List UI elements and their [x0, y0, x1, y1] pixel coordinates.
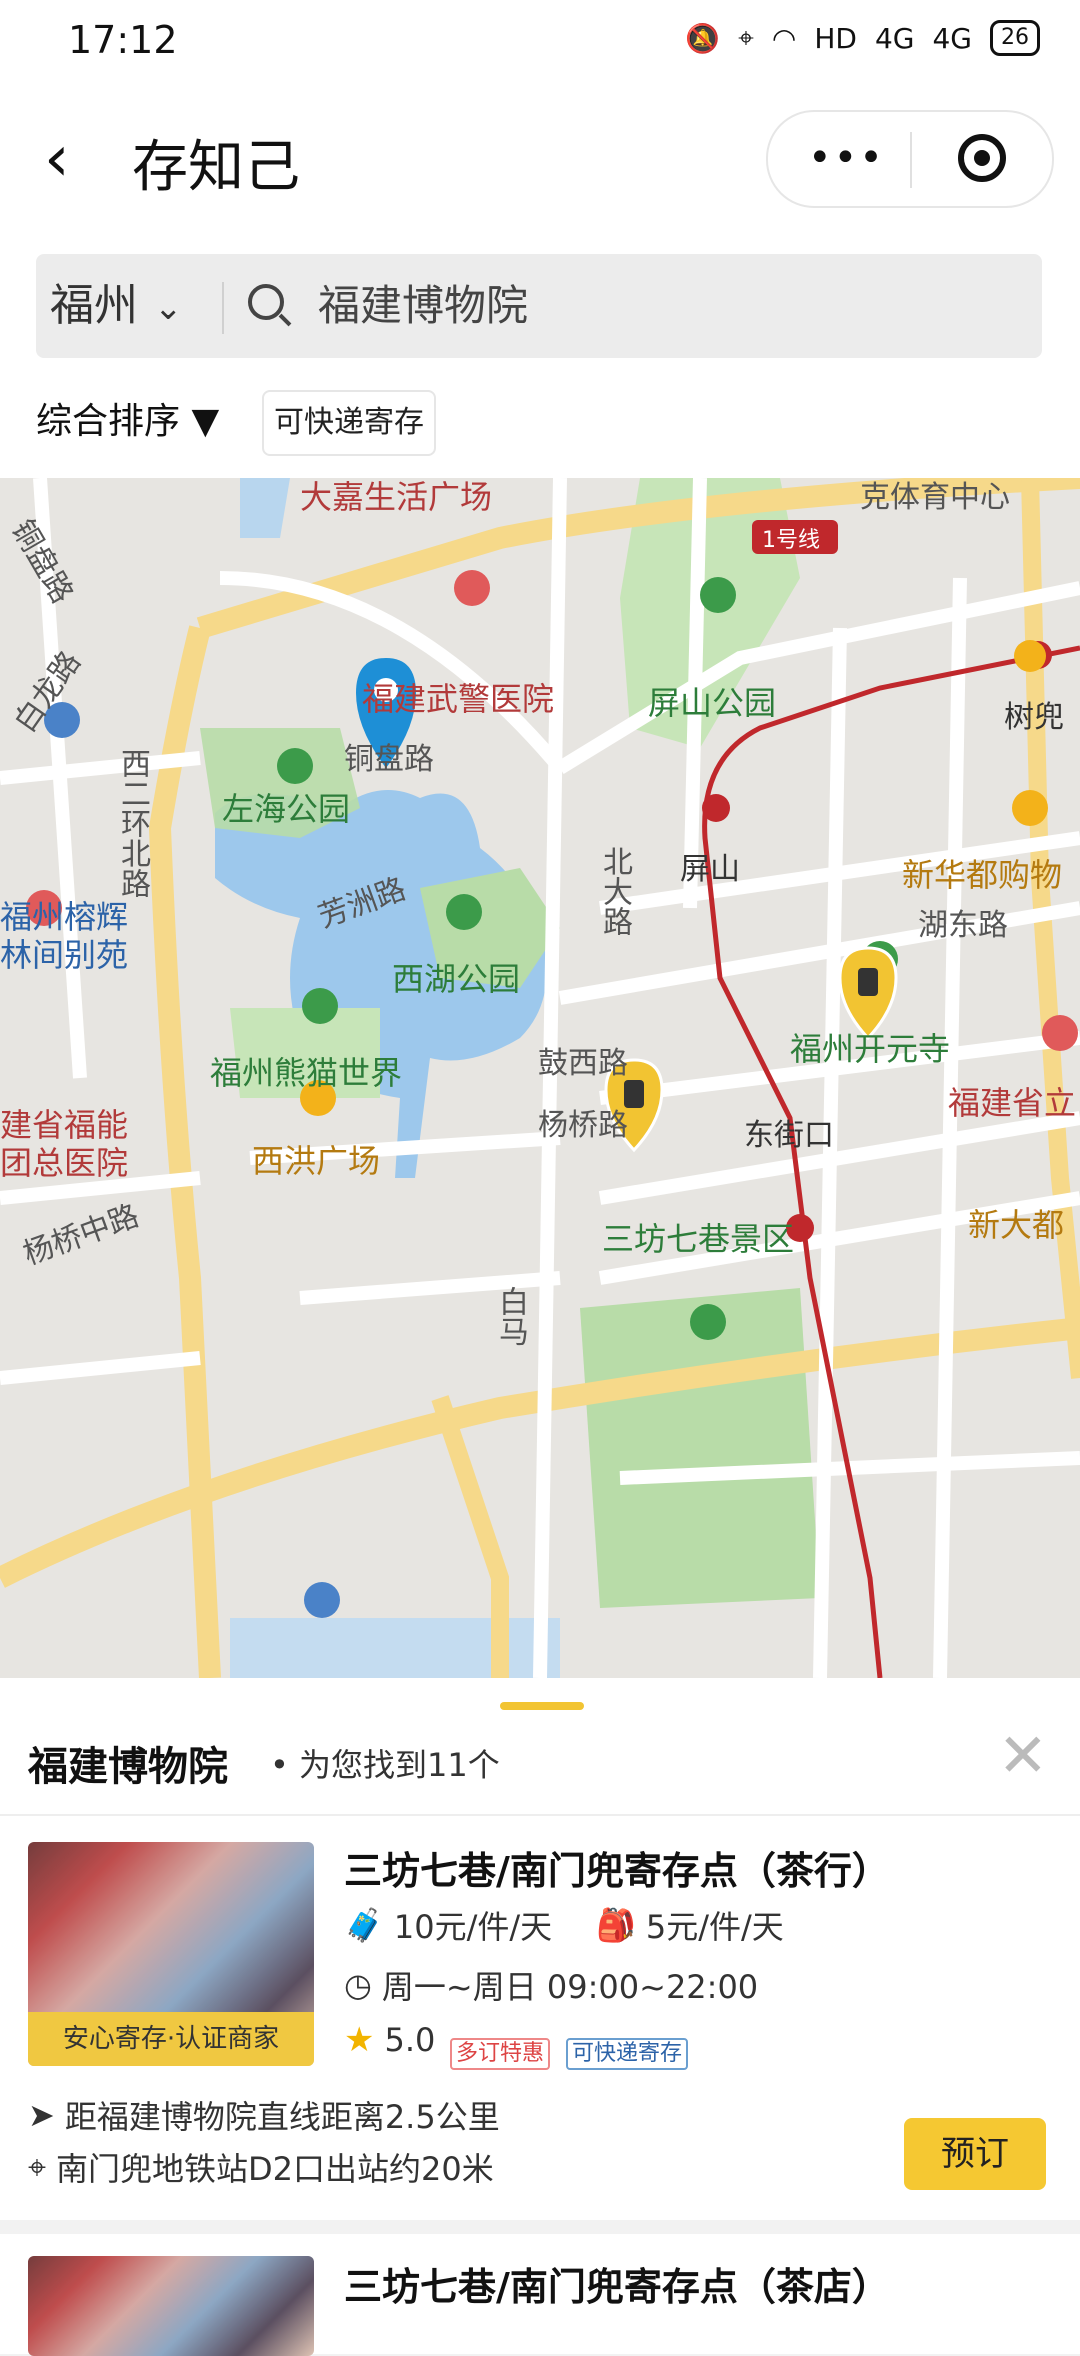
map-label-scenic: 三坊七巷景区 [602, 1220, 795, 1258]
express-filter-button[interactable]: 可快递寄存 [262, 390, 436, 456]
price-small-row: 🎒 5元/件/天 [596, 1902, 784, 1948]
price-large-row: 🧳 10元/件/天 [344, 1902, 552, 1948]
store-name[interactable]: 三坊七巷/南门兜寄存点（茶店） [344, 2256, 890, 2311]
map-label-station: 树兜 [1004, 700, 1064, 735]
rating-row: ★ 5.0 [344, 2020, 435, 2060]
promo-badge: 多订特惠 [450, 2038, 551, 2070]
search-divider [222, 282, 224, 334]
subway-text: 南门兜地铁站D2口出站约20米 [56, 2150, 494, 2188]
pin-icon: ⌖ [28, 2147, 47, 2186]
storage-marker[interactable] [606, 1060, 662, 1150]
status-time: 17:12 [68, 18, 178, 62]
hd-icon: HD [814, 21, 857, 55]
chevron-down-icon[interactable]: ⌄ [154, 288, 183, 328]
map[interactable]: 大嘉生活广场 克体育中心 福建武警医院 屏山公园 铜盘路 白龙路 铜盘路 西二环… [0, 478, 1080, 1678]
map-label-road: 北大路 [597, 846, 632, 936]
distance-text: 距福建博物院直线距离2.5公里 [64, 2098, 500, 2136]
map-label-station: 屏山 [680, 852, 740, 887]
map-label-shop: 新大都 [968, 1206, 1065, 1244]
back-icon[interactable]: ‹ [44, 124, 104, 194]
map-label-hotel: 福州榕辉林间别苑 [0, 898, 129, 974]
search-bar[interactable]: 福州 ⌄ 福建博物院 [36, 254, 1042, 358]
map-label: 克体育中心 [860, 480, 1010, 515]
price-large: 10元/件/天 [393, 1908, 553, 1946]
map-label-road: 湖东路 [918, 908, 1008, 943]
storage-marker[interactable] [840, 948, 896, 1038]
page-title: 存知己 [132, 135, 300, 200]
subway-row: ⌖ 南门兜地铁站D2口出站约20米 [28, 2144, 494, 2190]
map-label-hospital: 福建省立 [948, 1084, 1077, 1122]
map-label-plaza: 西洪广场 [252, 1142, 381, 1180]
search-input[interactable]: 福建博物院 [318, 272, 528, 340]
store-name[interactable]: 三坊七巷/南门兜寄存点（茶行） [344, 1840, 890, 1895]
list-item[interactable]: 三坊七巷/南门兜寄存点（茶店） [0, 2220, 1080, 2356]
map-label-shop: 新华都购物 [902, 856, 1063, 894]
search-area: 福州 ⌄ 福建博物院 综合排序 ▼ 可快递寄存 [0, 240, 1080, 480]
star-icon: ★ [344, 2020, 375, 2060]
more-button[interactable]: ••• [808, 130, 885, 186]
map-label: 大嘉生活广场 [300, 478, 493, 516]
luggage-icon: 🧳 [344, 1906, 384, 1944]
store-thumbnail[interactable] [28, 2256, 314, 2356]
backpack-icon: 🎒 [596, 1906, 636, 1944]
wifi-icon: ◠ [771, 21, 797, 55]
drag-handle[interactable] [500, 1702, 584, 1710]
price-small: 5元/件/天 [645, 1908, 784, 1946]
nav-bar: ‹ 存知己 ••• [0, 80, 1080, 240]
battery-icon: 26 [990, 20, 1040, 56]
location-pin[interactable] [356, 658, 416, 768]
mini-program-capsule: ••• [766, 110, 1054, 208]
map-label-road: 白马 [493, 1286, 528, 1346]
divider [0, 1814, 1080, 1816]
location-icon: ⌖ [738, 21, 754, 54]
results-title: 福建博物院 [28, 1744, 228, 1790]
distance-row: ➤ 距福建博物院直线距离2.5公里 [28, 2092, 500, 2138]
map-label-attraction: 福州熊猫世界 [210, 1054, 403, 1092]
map-label-park: 西湖公园 [392, 960, 521, 998]
metro-line-badge: 1号线 [762, 528, 820, 553]
opening-hours: 周一~周日 09:00~22:00 [381, 1968, 759, 2006]
map-label-station: 东街口 [744, 1118, 834, 1153]
clock-icon: ◷ [344, 1966, 372, 2004]
map-label-park: 屏山公园 [648, 684, 777, 722]
hours-row: ◷ 周一~周日 09:00~22:00 [344, 1962, 758, 2008]
results-count: • 为您找到11个 [270, 1746, 500, 1784]
search-icon [248, 284, 284, 320]
certified-badge: 安心寄存·认证商家 [28, 2012, 314, 2066]
capsule-divider [910, 132, 912, 188]
mute-icon: 🔕 [685, 21, 721, 55]
express-badge: 可快递寄存 [566, 2038, 689, 2070]
city-selector[interactable]: 福州 [50, 272, 138, 340]
status-icons: 🔕 ⌖ ◠ HD 4G 4G 26 [685, 20, 1040, 56]
map-label-hospital: 建省福能团总医院 [0, 1106, 129, 1182]
results-panel: 福建博物院 • 为您找到11个 ✕ 安心寄存·认证商家 三坊七巷/南门兜寄存点（… [0, 1678, 1080, 2356]
status-bar: 17:12 🔕 ⌖ ◠ HD 4G 4G 26 [0, 0, 1080, 80]
signal2-icon: 4G [932, 21, 972, 55]
map-label-park: 左海公园 [222, 790, 351, 828]
store-thumbnail[interactable]: 安心寄存·认证商家 [28, 1842, 314, 2066]
close-icon[interactable]: ✕ [998, 1726, 1048, 1786]
navigation-icon: ➤ [28, 2096, 55, 2134]
rating-value: 5.0 [384, 2021, 436, 2059]
map-label-road: 西二环北路 [115, 748, 150, 898]
sort-dropdown[interactable]: 综合排序 ▼ [36, 392, 219, 452]
book-button[interactable]: 预订 [904, 2118, 1046, 2190]
signal1-icon: 4G [874, 21, 915, 55]
close-miniprogram-icon[interactable] [958, 134, 1006, 182]
